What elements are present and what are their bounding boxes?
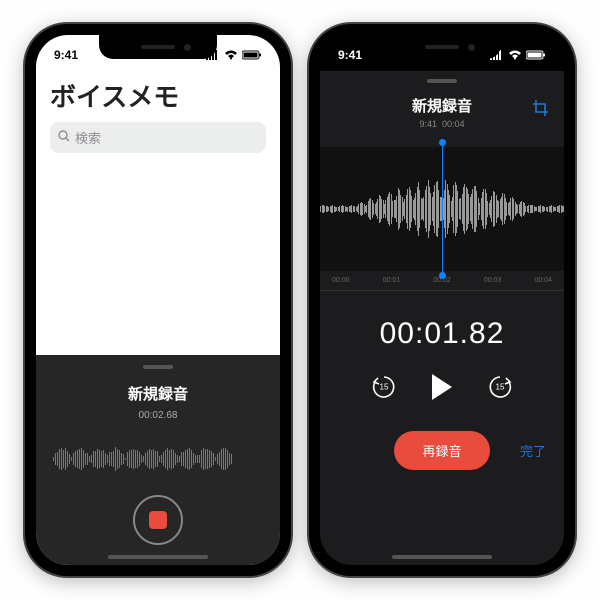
home-indicator[interactable] [108, 555, 208, 559]
home-indicator[interactable] [392, 555, 492, 559]
playback-time: 00:01.82 [320, 317, 564, 351]
bottom-row: 再録音 完了 [320, 431, 564, 470]
ruler-tick: 00:00 [332, 277, 350, 284]
phone-right: 9:41 新規録音 9:41 00:04 00: [309, 24, 575, 576]
ruler-tick: 00:03 [484, 277, 502, 284]
app-title: ボイスメモ [50, 77, 266, 114]
recording-title: 新規録音 [36, 383, 280, 404]
wifi-icon [224, 50, 238, 60]
skip-forward-button[interactable]: 15 [486, 373, 514, 401]
notch [99, 35, 217, 59]
waveform [36, 421, 280, 487]
search-placeholder: 検索 [75, 128, 101, 147]
play-button[interactable] [432, 374, 452, 400]
wifi-icon [508, 50, 522, 60]
status-time: 9:41 [338, 48, 362, 62]
content: ボイスメモ 検索 新規録音 00:02.68 [36, 71, 280, 565]
stop-icon [149, 511, 167, 529]
screen: 9:41 ボイスメモ 検索 新規録音 00:02.68 [36, 35, 280, 565]
battery-icon [526, 50, 546, 60]
recording-elapsed: 00:02.68 [36, 410, 280, 421]
grabber-handle[interactable] [143, 365, 173, 369]
battery-icon [242, 50, 262, 60]
phone-left: 9:41 ボイスメモ 検索 新規録音 00:02.68 [25, 24, 291, 576]
status-time: 9:41 [54, 48, 78, 62]
notch [383, 35, 501, 59]
playhead[interactable] [442, 143, 443, 275]
screen: 9:41 新規録音 9:41 00:04 00: [320, 35, 564, 565]
skip-back-button[interactable]: 15 [370, 373, 398, 401]
recording-title: 新規録音 [320, 95, 564, 116]
header: ボイスメモ 検索 [36, 71, 280, 161]
rerecord-button[interactable]: 再録音 [394, 431, 489, 470]
waveform-area[interactable] [320, 147, 564, 271]
recordings-list[interactable] [36, 161, 280, 355]
playback-controls: 15 15 [320, 373, 564, 401]
header: 新規録音 9:41 00:04 [320, 83, 564, 133]
search-icon [58, 130, 70, 145]
recording-panel[interactable]: 新規録音 00:02.68 [36, 355, 280, 565]
trim-button[interactable] [532, 99, 550, 122]
ruler-tick: 00:04 [534, 277, 552, 284]
content: 新規録音 9:41 00:04 00:0000:0100:0200:0300:0… [320, 71, 564, 565]
done-button[interactable]: 完了 [520, 441, 546, 460]
stop-record-button[interactable] [133, 495, 183, 545]
ruler-tick: 00:01 [383, 277, 401, 284]
recording-subtitle: 9:41 00:04 [320, 119, 564, 129]
search-input[interactable]: 検索 [50, 122, 266, 153]
